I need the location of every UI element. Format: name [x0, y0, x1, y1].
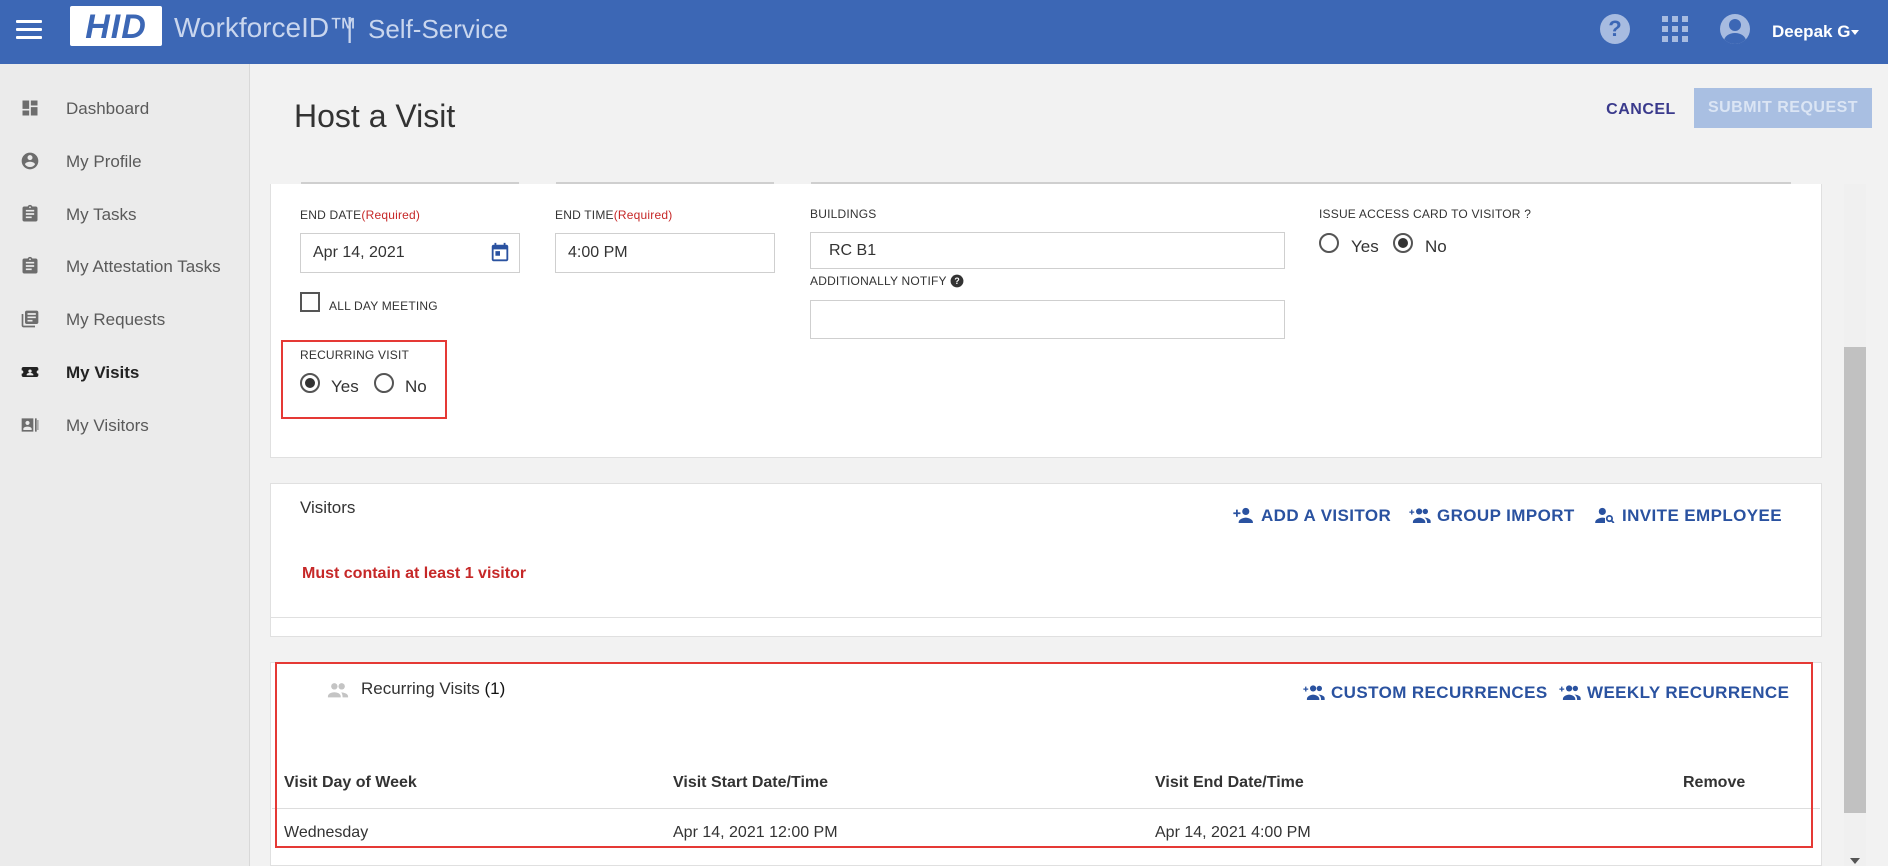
- brand-separator: |: [346, 12, 354, 43]
- end-time-label: END TIME(Required): [555, 208, 673, 222]
- sidebar-item-my-requests[interactable]: My Requests: [0, 297, 250, 341]
- sidebar-item-label: My Visitors: [66, 416, 149, 435]
- group-add-icon: [1409, 508, 1431, 523]
- end-date-label: END DATE(Required): [300, 208, 421, 222]
- ticket-icon: [21, 367, 39, 377]
- group-import-button[interactable]: GROUP IMPORT: [1409, 506, 1575, 526]
- cancel-button[interactable]: CANCEL: [1596, 96, 1686, 124]
- buildings-label: BUILDINGS: [810, 207, 877, 221]
- sidebar-item-my-visits[interactable]: My Visits: [0, 350, 250, 394]
- person-search-icon: [1595, 507, 1615, 523]
- sidebar-item-label: My Profile: [66, 152, 142, 171]
- end-date-field[interactable]: Apr 14, 2021: [300, 233, 520, 273]
- sidebar-item-label: Dashboard: [66, 99, 150, 118]
- library-books-icon: [21, 310, 39, 328]
- dashboard-icon: [22, 100, 38, 116]
- additionally-notify-field[interactable]: [810, 300, 1285, 339]
- account-circle-icon[interactable]: [1720, 14, 1750, 44]
- sidebar-item-label: My Visits: [66, 363, 140, 382]
- scrollbar-thumb[interactable]: [1844, 347, 1866, 813]
- sidebar-item-my-profile[interactable]: My Profile: [0, 139, 250, 183]
- sidebar-item-my-visitors[interactable]: My Visitors: [0, 403, 250, 447]
- sidebar-item-dashboard[interactable]: Dashboard: [0, 86, 250, 130]
- required-marker: (Required): [613, 208, 673, 222]
- sidebar-item-my-attestation-tasks[interactable]: My Attestation Tasks: [0, 244, 250, 288]
- invite-employee-button[interactable]: INVITE EMPLOYEE: [1594, 506, 1782, 526]
- sidebar: Dashboard My Profile My Tasks My Attesta…: [0, 64, 250, 866]
- hid-logo: HID: [70, 6, 162, 46]
- recurring-no-radio[interactable]: [374, 373, 394, 393]
- clipboard-icon: [22, 204, 38, 222]
- recurring-yes-label: Yes: [331, 377, 359, 396]
- top-app-bar: HID WorkforceID™ | Self-Service ? Deepak…: [0, 0, 1888, 64]
- sidebar-item-label: My Attestation Tasks: [66, 257, 221, 276]
- sidebar-item-label: My Requests: [66, 310, 166, 329]
- additionally-notify-label: ADDITIONALLY NOTIFY: [810, 274, 947, 288]
- visitors-card: Visitors ADD A VISITOR GROUP IMPORT INVI…: [270, 483, 1822, 637]
- access-card-yes-radio[interactable]: [1319, 233, 1339, 253]
- recurring-visits-highlight: [275, 662, 1813, 848]
- app-section: Self-Service: [368, 14, 509, 44]
- app-name: WorkforceID™: [174, 12, 358, 43]
- recurring-yes-radio[interactable]: [300, 373, 320, 393]
- all-day-meeting-checkbox[interactable]: [300, 292, 320, 312]
- sidebar-item-my-tasks[interactable]: My Tasks: [0, 192, 250, 236]
- caret-down-icon[interactable]: [1851, 30, 1859, 35]
- page-title: Host a Visit: [294, 98, 456, 134]
- clipboard-icon: [22, 256, 38, 274]
- user-menu[interactable]: Deepak G: [1772, 22, 1850, 42]
- calendar-icon[interactable]: [489, 242, 511, 264]
- svg-text:?: ?: [954, 276, 959, 286]
- menu-icon[interactable]: [16, 20, 42, 42]
- account-circle-icon: [21, 152, 39, 170]
- help-icon[interactable]: ?: [1600, 14, 1630, 44]
- apps-grid-icon[interactable]: [1662, 16, 1688, 42]
- required-marker: (Required): [361, 208, 421, 222]
- access-card-no-label: No: [1425, 237, 1447, 256]
- end-time-field[interactable]: 4:00 PM: [555, 233, 775, 273]
- scroll-down-arrow-icon[interactable]: [1850, 858, 1860, 864]
- visit-details-card: END DATE(Required) Apr 14, 2021 END TIME…: [270, 182, 1822, 458]
- visitors-error-message: Must contain at least 1 visitor: [302, 565, 527, 582]
- help-circle-icon[interactable]: ?: [950, 274, 964, 288]
- all-day-meeting-label: ALL DAY MEETING: [329, 299, 438, 313]
- access-card-yes-label: Yes: [1351, 237, 1379, 256]
- recurring-visit-label: RECURRING VISIT: [300, 348, 410, 362]
- contacts-icon: [21, 418, 39, 432]
- add-visitor-button[interactable]: ADD A VISITOR: [1233, 506, 1391, 526]
- divider: [271, 617, 1821, 618]
- recurring-no-label: No: [405, 377, 427, 396]
- logo-text: HID: [85, 8, 147, 46]
- person-add-icon: [1233, 507, 1253, 523]
- visitors-title: Visitors: [300, 498, 356, 517]
- issue-access-card-label: ISSUE ACCESS CARD TO VISITOR ?: [1319, 207, 1532, 221]
- submit-request-button[interactable]: SUBMIT REQUEST: [1694, 88, 1872, 128]
- access-card-no-radio[interactable]: [1393, 233, 1413, 253]
- buildings-field[interactable]: RC B1: [810, 232, 1285, 269]
- sidebar-item-label: My Tasks: [66, 205, 137, 224]
